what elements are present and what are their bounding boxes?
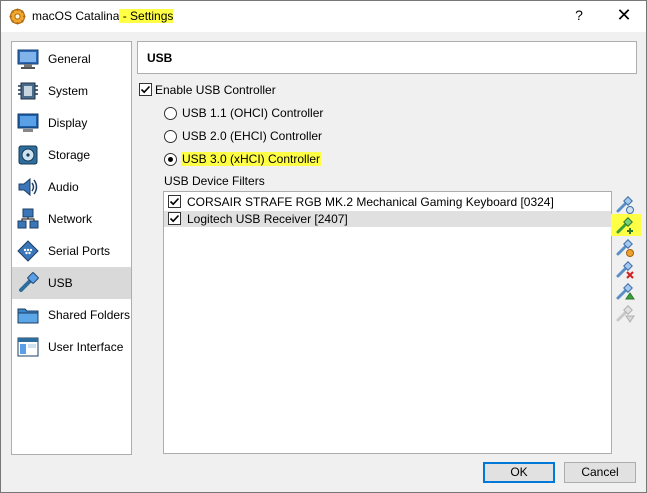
help-button[interactable]: ?: [571, 7, 587, 25]
network-icon: [17, 208, 39, 229]
sidebar-item-general[interactable]: General: [12, 43, 131, 75]
display-icon: [17, 113, 39, 132]
remove-filter-icon[interactable]: [615, 260, 635, 280]
filter-row-corsair[interactable]: CORSAIR STRAFE RGB MK.2 Mechanical Gamin…: [164, 194, 611, 210]
audio-icon: [18, 177, 38, 197]
move-filter-down-icon[interactable]: [615, 304, 635, 324]
system-icon: [18, 82, 38, 100]
sidebar-item-storage[interactable]: Storage: [12, 139, 131, 171]
user-interface-icon: [17, 337, 39, 357]
section-header: USB: [137, 41, 637, 74]
usb-filters-list[interactable]: CORSAIR STRAFE RGB MK.2 Mechanical Gamin…: [163, 191, 612, 454]
filter-checkbox[interactable]: [168, 212, 181, 225]
sidebar-item-label: USB: [48, 276, 73, 290]
cancel-button[interactable]: Cancel: [564, 462, 636, 483]
filter-label: CORSAIR STRAFE RGB MK.2 Mechanical Gamin…: [187, 195, 554, 209]
filter-row-logitech[interactable]: Logitech USB Receiver [2407]: [164, 211, 611, 227]
filter-checkbox[interactable]: [168, 195, 181, 208]
shared-folders-icon: [17, 308, 39, 324]
move-filter-up-icon[interactable]: [615, 282, 635, 302]
ok-button[interactable]: OK: [483, 462, 555, 483]
title-bar: macOS Catalina - Settings ? ✕: [1, 1, 646, 32]
edit-filter-icon[interactable]: [615, 238, 635, 258]
sidebar-item-label: Display: [48, 116, 88, 130]
usb2-label: USB 2.0 (EHCI) Controller: [182, 129, 323, 143]
page-title: USB: [147, 51, 173, 65]
serial-ports-icon: [17, 240, 39, 262]
window-title-vm-name: macOS Catalina: [32, 9, 120, 23]
usb3-label: USB 3.0 (xHCI) Controller: [181, 152, 322, 166]
usb1-radio[interactable]: [164, 107, 177, 120]
sidebar-item-label: General: [48, 52, 91, 66]
sidebar-item-label: Network: [48, 212, 93, 226]
sidebar-item-label: System: [48, 84, 89, 98]
usb3-radio[interactable]: [164, 153, 177, 166]
window-title-settings: - Settings: [119, 9, 174, 23]
virtualbox-settings-icon: [9, 8, 26, 25]
settings-sidebar: General System Display Storage Audio Net…: [11, 41, 132, 455]
radio-selected-dot: [168, 157, 173, 162]
usb-icon: [19, 272, 39, 292]
sidebar-item-label: Shared Folders: [48, 308, 131, 322]
usb1-label: USB 1.1 (OHCI) Controller: [182, 106, 324, 120]
storage-icon: [18, 145, 38, 165]
sidebar-item-label: Storage: [48, 148, 91, 162]
checkmark-icon: [169, 214, 180, 223]
sidebar-item-display[interactable]: Display: [12, 107, 131, 139]
settings-window: macOS Catalina - Settings ? ✕ General Sy…: [0, 0, 647, 493]
sidebar-item-serial-ports[interactable]: Serial Ports: [12, 235, 131, 267]
window-title: macOS Catalina - Settings: [32, 9, 174, 23]
sidebar-item-label: User Interface: [48, 340, 124, 354]
close-button[interactable]: ✕: [615, 5, 633, 25]
checkmark-icon: [140, 85, 151, 94]
sidebar-item-network[interactable]: Network: [12, 203, 131, 235]
checkmark-icon: [169, 197, 180, 206]
sidebar-item-user-interface[interactable]: User Interface: [12, 331, 131, 363]
add-empty-filter-icon[interactable]: [615, 195, 635, 215]
enable-usb-label: Enable USB Controller: [155, 83, 276, 97]
sidebar-item-label: Audio: [48, 180, 79, 194]
sidebar-item-shared-folders[interactable]: Shared Folders: [12, 299, 131, 331]
enable-usb-checkbox[interactable]: [139, 83, 152, 96]
sidebar-item-usb[interactable]: USB: [12, 267, 131, 299]
usb2-radio[interactable]: [164, 130, 177, 143]
add-filter-from-device-icon[interactable]: [615, 216, 635, 236]
general-icon: [17, 49, 39, 69]
usb-filters-label: USB Device Filters: [164, 174, 265, 188]
sidebar-item-system[interactable]: System: [12, 75, 131, 107]
filter-label: Logitech USB Receiver [2407]: [187, 212, 348, 226]
sidebar-item-audio[interactable]: Audio: [12, 171, 131, 203]
sidebar-item-label: Serial Ports: [48, 244, 111, 258]
